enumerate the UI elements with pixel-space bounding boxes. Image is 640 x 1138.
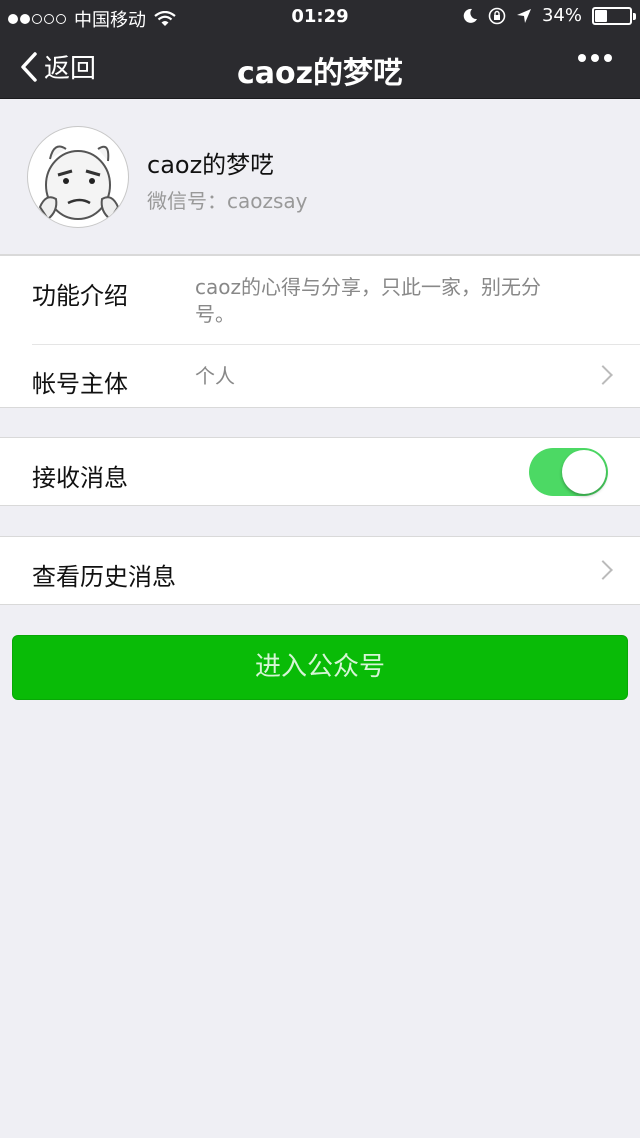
- orientation-lock-icon: [488, 7, 506, 24]
- chevron-right-icon: [593, 365, 613, 385]
- navigation-bar: 返回 caoz的梦呓: [0, 34, 640, 98]
- cartoon-face-icon: [38, 145, 120, 221]
- receive-messages-label: 接收消息: [32, 464, 128, 492]
- intro-value: caoz的心得与分享，只此一家，别无分号。: [195, 275, 541, 326]
- wechat-id: 微信号：caozsay: [147, 189, 308, 213]
- history-section: 查看历史消息: [0, 536, 640, 605]
- history-label: 查看历史消息: [32, 563, 176, 591]
- info-section: 功能介绍 caoz的心得与分享，只此一家，别无分号。 帐号主体 个人: [0, 255, 640, 408]
- battery-percent: 34%: [541, 5, 582, 26]
- battery-icon: [592, 6, 636, 25]
- moon-icon: [463, 8, 477, 23]
- top-bar: 中国移动 01:29 34% 返回 caoz的梦呓: [0, 0, 640, 99]
- profile-header: caoz的梦呓 微信号：caozsay: [0, 99, 640, 255]
- account-owner-value: 个人: [195, 364, 235, 388]
- status-bar: 中国移动 01:29 34%: [0, 0, 640, 34]
- page-title: caoz的梦呓: [236, 56, 404, 91]
- enter-official-account-button[interactable]: 进入公众号: [12, 635, 628, 700]
- more-dots-icon[interactable]: [573, 54, 612, 62]
- intro-label: 功能介绍: [32, 282, 128, 310]
- chevron-right-icon: [593, 560, 613, 580]
- intro-row: 功能介绍 caoz的心得与分享，只此一家，别无分号。: [0, 256, 640, 344]
- avatar[interactable]: [27, 126, 129, 228]
- account-owner-label: 帐号主体: [32, 370, 128, 398]
- receive-messages-row: 接收消息: [0, 438, 640, 505]
- history-row[interactable]: 查看历史消息: [0, 537, 640, 604]
- messages-section: 接收消息: [0, 437, 640, 506]
- location-arrow-icon: [516, 8, 531, 23]
- receive-messages-toggle[interactable]: [529, 448, 608, 496]
- account-owner-row[interactable]: 帐号主体 个人: [0, 344, 640, 407]
- toggle-knob: [562, 450, 606, 494]
- account-name: caoz的梦呓: [147, 151, 275, 179]
